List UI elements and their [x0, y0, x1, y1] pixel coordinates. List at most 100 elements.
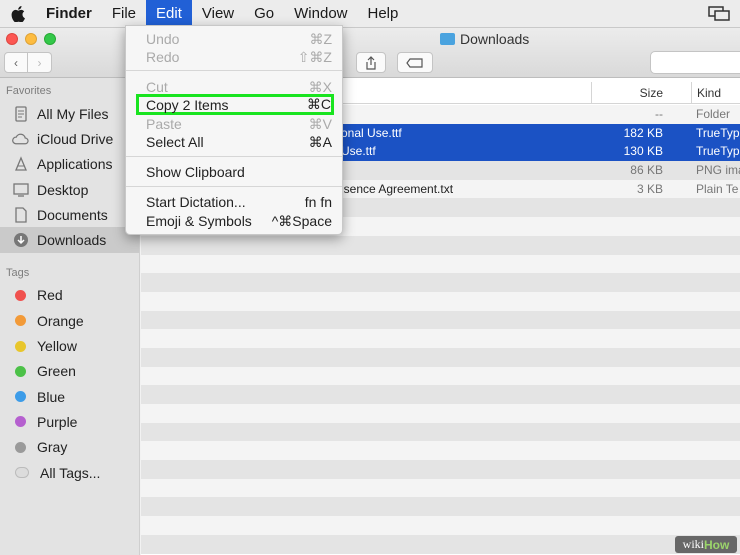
menu-view[interactable]: View — [192, 0, 244, 28]
sidebar-item-documents[interactable]: Documents — [0, 202, 139, 227]
menu-go[interactable]: Go — [244, 0, 284, 28]
empty-row — [141, 385, 740, 404]
menu-item-label: Cut — [146, 79, 168, 95]
minimize-button[interactable] — [25, 33, 37, 45]
menu-file[interactable]: File — [102, 0, 146, 28]
menu-separator — [126, 70, 342, 71]
size-column-header[interactable]: Size — [591, 82, 671, 104]
zoom-button[interactable] — [44, 33, 56, 45]
empty-row — [141, 422, 740, 442]
sidebar-tag-all-tags[interactable]: All Tags... — [0, 460, 139, 485]
file-kind: Folder — [696, 107, 731, 121]
menu-item-label: Start Dictation... — [146, 194, 246, 210]
menu-item-label: Show Clipboard — [146, 164, 245, 180]
sidebar-item-label: All My Files — [37, 105, 109, 122]
window-title-label: Downloads — [460, 31, 530, 47]
red-tag-icon — [15, 289, 26, 301]
menu-item-label: Redo — [146, 49, 180, 65]
menu-item-emoji-symbols[interactable]: Emoji & Symbols ^⌘Space — [126, 211, 342, 231]
sidebar-tag-green[interactable]: Green — [0, 359, 139, 384]
sidebar-tag-yellow[interactable]: Yellow — [0, 333, 139, 358]
sidebar-item-label: Orange — [37, 312, 84, 329]
watermark-prefix: wiki — [682, 537, 704, 551]
search-input[interactable] — [650, 51, 740, 74]
sidebar-item-downloads[interactable]: Downloads — [0, 227, 139, 253]
menu-item-label: Undo — [146, 31, 180, 47]
applications-icon — [12, 156, 29, 173]
menu-item-paste[interactable]: Paste ⌘V — [126, 114, 342, 134]
sidebar-item-label: Green — [37, 363, 76, 380]
menu-item-shortcut: ⌘V — [308, 115, 332, 132]
menu-edit[interactable]: Edit — [146, 0, 192, 28]
sidebar-tag-red[interactable]: Red — [0, 283, 139, 308]
empty-row — [141, 534, 740, 554]
sidebar-item-label: Red — [37, 287, 63, 304]
empty-row — [141, 329, 740, 348]
purple-tag-icon — [15, 416, 26, 428]
sidebar-item-label: Yellow — [37, 338, 77, 355]
menu-item-copy[interactable]: Copy 2 Items ⌘C — [136, 94, 334, 115]
menu-item-label: Select All — [146, 134, 204, 150]
tags-button[interactable] — [397, 52, 433, 73]
file-kind: Plain Te — [696, 181, 739, 196]
file-size: 3 KB — [636, 181, 663, 196]
forward-button[interactable]: › — [28, 52, 52, 73]
favorites-heading: Favorites — [6, 85, 52, 97]
sidebar-tag-orange[interactable]: Orange — [0, 308, 139, 333]
finder-window: Downloads ‹ › Favorites All My Files iCl… — [0, 28, 740, 555]
window-toolbar: Downloads ‹ › — [0, 28, 740, 78]
menu-item-label: Copy 2 Items — [146, 96, 229, 113]
empty-row — [141, 516, 740, 535]
sidebar-item-label: Blue — [37, 388, 66, 405]
empty-row — [141, 310, 740, 330]
apple-menu-icon[interactable] — [0, 0, 36, 28]
menu-item-redo[interactable]: Redo ⇧⌘Z — [126, 47, 342, 67]
gray-tag-icon — [15, 441, 26, 453]
menu-separator — [126, 156, 342, 157]
kind-column-header[interactable]: Kind — [691, 82, 740, 104]
menu-item-undo[interactable]: Undo ⌘Z — [126, 29, 342, 49]
close-button[interactable] — [6, 33, 18, 45]
orange-tag-icon — [15, 315, 26, 327]
menu-item-shortcut: fn fn — [304, 194, 332, 210]
sidebar-item-all-my-files[interactable]: All My Files — [0, 101, 139, 126]
desktop-icon — [12, 181, 29, 198]
sidebar-item-desktop[interactable]: Desktop — [0, 177, 139, 202]
display-mirroring-icon[interactable] — [708, 6, 730, 25]
file-name: isence Agreement.txt — [341, 181, 454, 196]
menu-bar: Finder File Edit View Go Window Help — [0, 0, 740, 28]
menu-item-select-all[interactable]: Select All ⌘A — [126, 132, 342, 152]
sidebar-item-icloud-drive[interactable]: iCloud Drive — [0, 126, 139, 151]
sidebar-item-label: Desktop — [37, 181, 89, 198]
menu-item-start-dictation[interactable]: Start Dictation... fn fn — [126, 192, 342, 212]
file-size: 86 KB — [630, 163, 663, 178]
sidebar: Favorites All My Files iCloud Drive Appl… — [0, 78, 140, 555]
menu-finder[interactable]: Finder — [36, 0, 102, 28]
menu-separator — [126, 186, 342, 187]
menu-item-shortcut: ^⌘Space — [271, 212, 332, 229]
menu-item-label: Emoji & Symbols — [146, 213, 252, 229]
back-button[interactable]: ‹ — [4, 52, 28, 73]
menu-window[interactable]: Window — [284, 0, 357, 28]
menu-item-shortcut: ⌘X — [308, 78, 332, 95]
yellow-tag-icon — [15, 340, 26, 352]
empty-row — [141, 273, 740, 292]
menu-item-show-clipboard[interactable]: Show Clipboard — [126, 162, 342, 182]
watermark-suffix: How — [704, 537, 730, 552]
sidebar-item-applications[interactable]: Applications — [0, 152, 139, 177]
sidebar-tag-purple[interactable]: Purple — [0, 409, 139, 434]
empty-row — [141, 291, 740, 311]
file-name: Use.ttf — [341, 144, 376, 159]
sidebar-tag-gray[interactable]: Gray — [0, 435, 139, 460]
chevron-right-icon: › — [37, 55, 42, 70]
menu-item-shortcut: ⌘C — [306, 96, 331, 112]
menu-item-shortcut: ⌘A — [308, 133, 332, 150]
menu-item-shortcut: ⇧⌘Z — [297, 48, 332, 65]
empty-row — [141, 254, 740, 274]
cloud-icon — [12, 130, 29, 147]
blue-tag-icon — [15, 391, 26, 403]
share-button[interactable] — [356, 52, 386, 73]
menu-help[interactable]: Help — [358, 0, 409, 28]
sidebar-tag-blue[interactable]: Blue — [0, 384, 139, 409]
sidebar-item-label: Gray — [37, 439, 68, 456]
